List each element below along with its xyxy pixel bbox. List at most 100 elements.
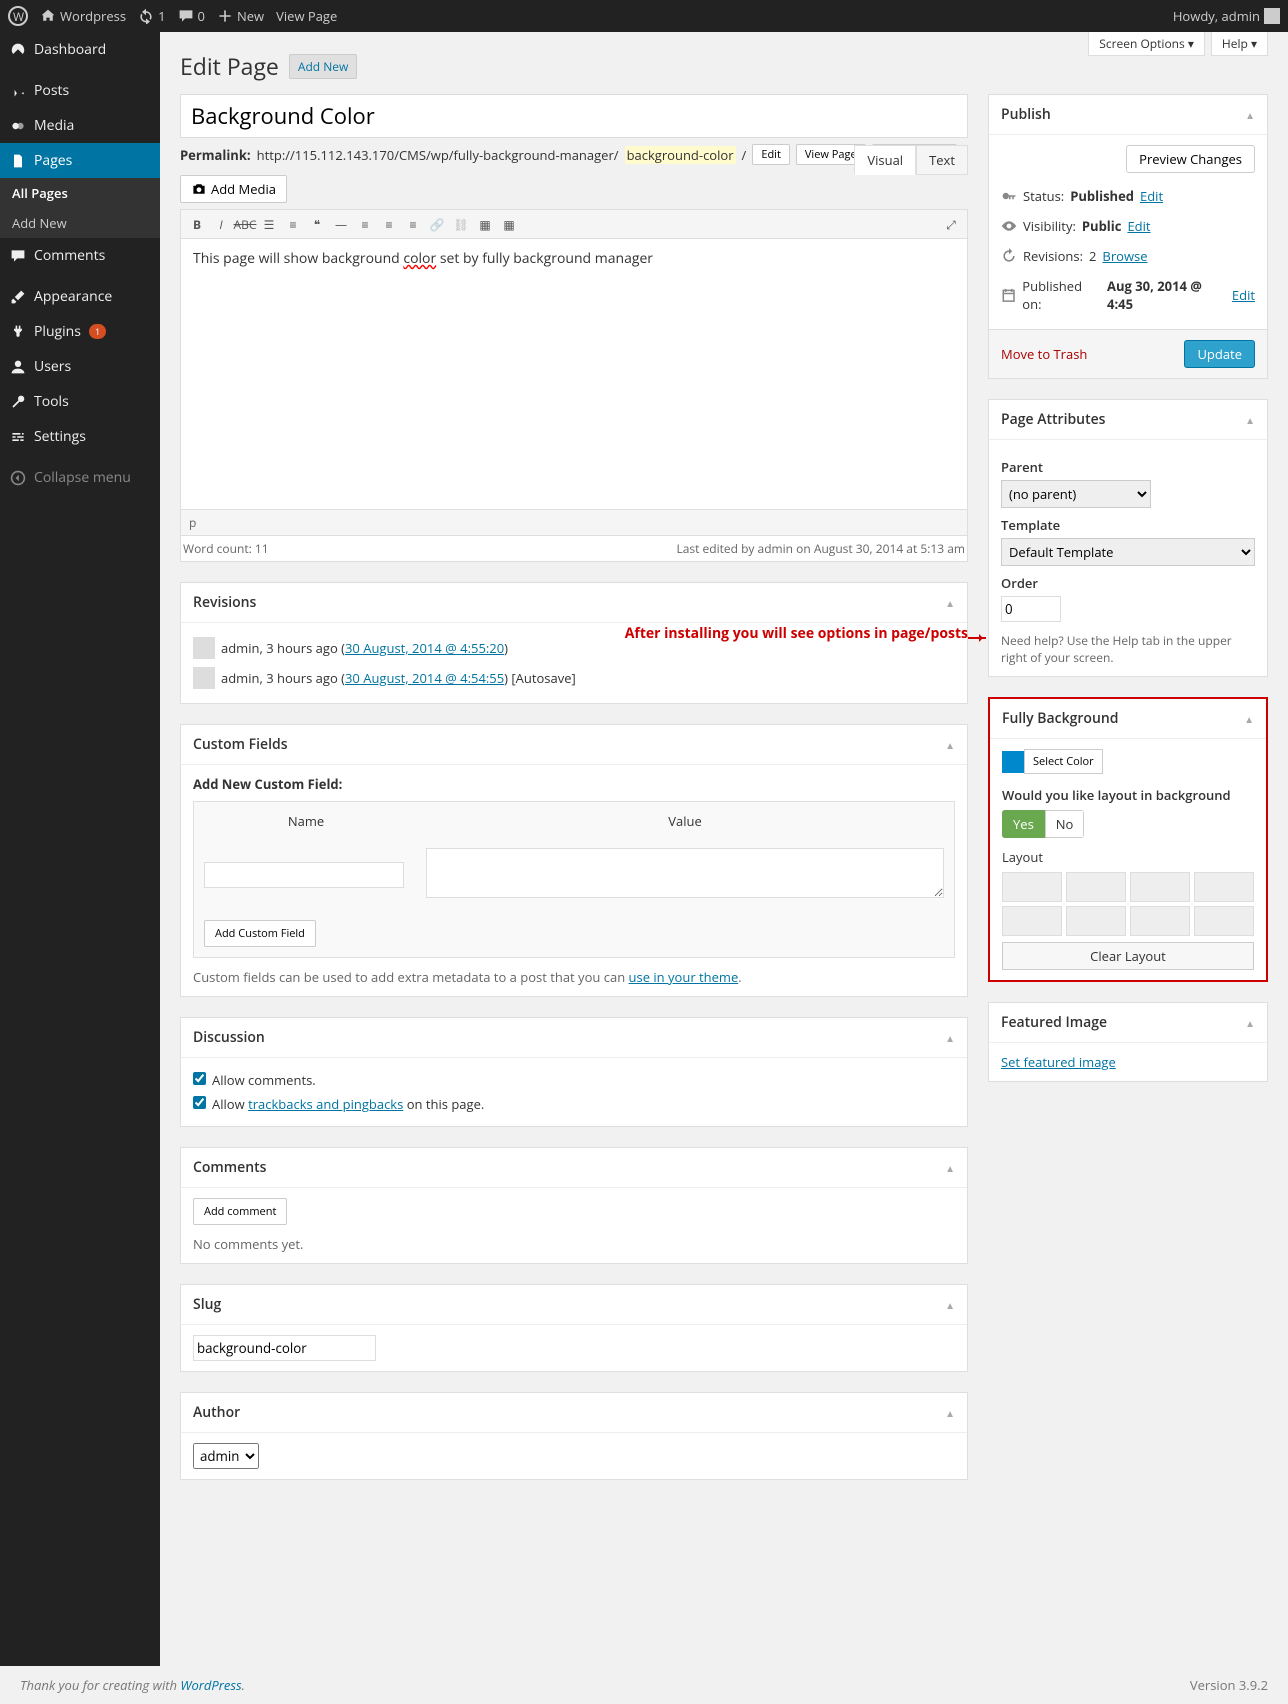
text-tab[interactable]: Text [916,145,968,175]
hr-button[interactable]: — [331,214,351,234]
comments-link[interactable]: 0 [178,7,205,25]
clear-layout-button[interactable]: Clear Layout [1002,942,1254,970]
cf-theme-link[interactable]: use in your theme [629,968,739,986]
post-title-input[interactable] [180,94,968,138]
trackbacks-link[interactable]: trackbacks and pingbacks [248,1095,403,1113]
fullscreen-button[interactable]: ⤢ [941,214,961,234]
cf-name-input[interactable] [204,862,404,888]
layout-option[interactable] [1066,906,1126,936]
toggle-icon[interactable]: ▲ [945,1031,955,1045]
toolbar-toggle-button[interactable]: ▦ [499,214,519,234]
edit-status-link[interactable]: Edit [1140,187,1163,205]
select-color-button[interactable]: Select Color [1024,749,1103,774]
version-text: Version 3.9.2 [1190,1676,1268,1694]
sidebar-item-media[interactable]: Media [0,108,160,143]
toggle-icon[interactable]: ▲ [945,1406,955,1420]
slug-input[interactable] [193,1335,376,1361]
layout-option[interactable] [1130,872,1190,902]
howdy-user[interactable]: Howdy, admin [1173,7,1280,25]
allow-trackbacks-checkbox[interactable] [193,1096,206,1109]
revision-link[interactable]: 30 August, 2014 @ 4:55:20 [345,639,504,657]
toggle-icon[interactable]: ▲ [945,1298,955,1312]
wp-logo[interactable] [8,6,28,26]
sidebar-item-appearance[interactable]: Appearance [0,279,160,314]
sidebar-item-plugins[interactable]: Plugins 1 [0,314,160,349]
italic-button[interactable]: I [211,214,231,234]
allow-comments-checkbox[interactable] [193,1072,206,1085]
set-featured-image-link[interactable]: Set featured image [1001,1053,1116,1071]
toggle-icon[interactable]: ▲ [945,596,955,610]
toggle-icon[interactable]: ▲ [1245,413,1255,427]
color-swatch[interactable] [1002,751,1024,773]
sidebar-item-tools[interactable]: Tools [0,384,160,419]
yes-option[interactable]: Yes [1002,810,1045,838]
sidebar-label: Appearance [34,287,112,306]
toggle-icon[interactable]: ▲ [945,738,955,752]
toggle-icon[interactable]: ▲ [945,1161,955,1175]
screen-options-tab[interactable]: Screen Options ▾ [1088,32,1205,56]
ul-button[interactable]: ☰ [259,214,279,234]
align-right-button[interactable]: ≡ [403,214,423,234]
toggle-icon[interactable]: ▲ [1244,712,1254,726]
edit-slug-button[interactable]: Edit [752,144,790,165]
link-button[interactable]: 🔗 [427,214,447,234]
page-title: Edit Page [180,50,279,82]
collapse-menu[interactable]: Collapse menu [0,460,160,495]
add-custom-field-button[interactable]: Add Custom Field [204,920,316,947]
site-name[interactable]: Wordpress [40,7,126,25]
sidebar-item-pages[interactable]: Pages [0,143,160,178]
quote-button[interactable]: ❝ [307,214,327,234]
parent-label: Parent [1001,458,1255,476]
align-left-button[interactable]: ≡ [355,214,375,234]
preview-button[interactable]: Preview Changes [1126,145,1255,173]
browse-revisions-link[interactable]: Browse [1102,247,1147,265]
editor-content[interactable]: This page will show background color set… [181,239,967,509]
toggle-icon[interactable]: ▲ [1245,108,1255,122]
edit-visibility-link[interactable]: Edit [1127,217,1150,235]
add-comment-button[interactable]: Add comment [193,1198,287,1225]
author-select[interactable]: admin [193,1443,259,1469]
cf-value-input[interactable] [426,848,944,898]
layout-option[interactable] [1066,872,1126,902]
toggle-icon[interactable]: ▲ [1245,1016,1255,1030]
no-option[interactable]: No [1045,810,1085,838]
camera-icon [191,181,207,197]
template-select[interactable]: Default Template [1001,538,1255,566]
add-new-button[interactable]: Add New [289,54,357,79]
sidebar-item-users[interactable]: Users [0,349,160,384]
layout-option[interactable] [1130,906,1190,936]
admin-top-bar: Wordpress 1 0 New View Page Howdy, admin [0,0,1288,32]
parent-select[interactable]: (no parent) [1001,480,1151,508]
updates-link[interactable]: 1 [138,7,165,25]
sidebar-item-dashboard[interactable]: Dashboard [0,32,160,67]
layout-option[interactable] [1002,872,1062,902]
revision-link[interactable]: 30 August, 2014 @ 4:54:55 [345,669,504,687]
unlink-button[interactable]: ⛓ [451,214,471,234]
move-to-trash-link[interactable]: Move to Trash [1001,345,1087,363]
bold-button[interactable]: B [187,214,207,234]
help-tab[interactable]: Help ▾ [1211,32,1268,56]
sidebar-label: Posts [34,81,69,100]
edit-date-link[interactable]: Edit [1232,286,1255,304]
order-input[interactable] [1001,596,1061,622]
layout-option[interactable] [1002,906,1062,936]
add-media-button[interactable]: Add Media [180,175,287,203]
admin-sidebar: Dashboard Posts Media Pages All Pages Ad… [0,32,160,1666]
ol-button[interactable]: ≡ [283,214,303,234]
sidebar-item-posts[interactable]: Posts [0,73,160,108]
layout-option[interactable] [1194,872,1254,902]
visual-tab[interactable]: Visual [854,145,916,175]
submenu-all-pages[interactable]: All Pages [0,178,160,208]
wordpress-link[interactable]: WordPress [180,1676,241,1694]
align-center-button[interactable]: ≡ [379,214,399,234]
media-icon [10,118,26,134]
layout-option[interactable] [1194,906,1254,936]
view-page-link[interactable]: View Page [276,7,337,25]
sidebar-item-settings[interactable]: Settings [0,419,160,454]
update-button[interactable]: Update [1184,340,1255,368]
new-link[interactable]: New [217,7,264,25]
submenu-add-new[interactable]: Add New [0,208,160,238]
strike-button[interactable]: ABC [235,214,255,234]
more-button[interactable]: ▦ [475,214,495,234]
sidebar-item-comments[interactable]: Comments [0,238,160,273]
